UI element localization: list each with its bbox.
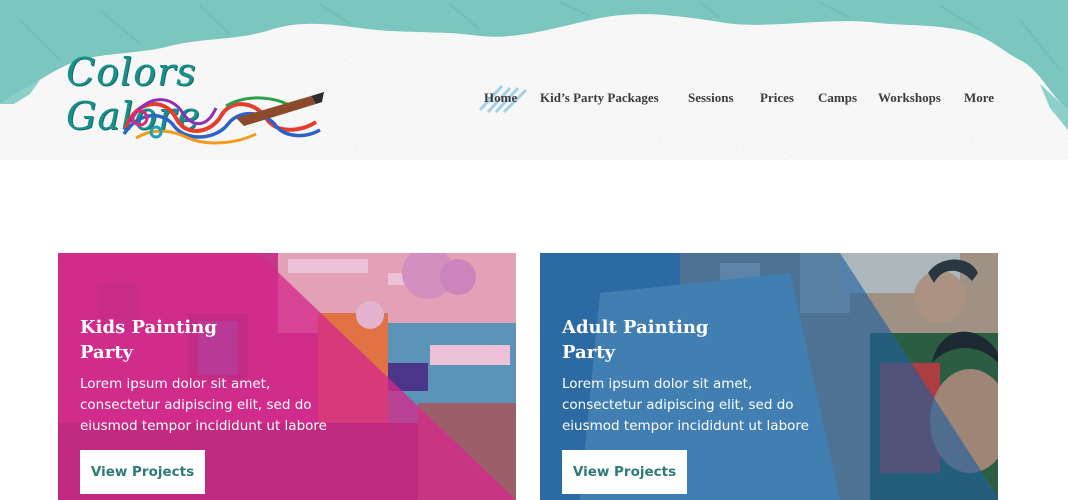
card-title: Adult Painting Party [562,315,782,365]
card-title-line: Party [562,342,615,363]
card-title: Kids Painting Party [80,315,300,365]
card-title-line: Kids Painting [80,317,217,338]
card-title-line: Adult Painting [562,317,709,338]
nav-item-camps[interactable]: Camps [818,90,857,106]
nav-item-prices[interactable]: Prices [760,90,794,106]
card-title-line: Party [80,342,133,363]
main-nav: Home Kid’s Party Packages Sessions Price… [0,90,1068,112]
nav-item-home[interactable]: Home [484,90,517,106]
kids-painting-party-card: Kids Painting Party Lorem ipsum dolor si… [58,253,516,500]
view-projects-button[interactable]: View Projects [80,450,205,494]
nav-item-kids-party-packages[interactable]: Kid’s Party Packages [540,90,659,106]
adult-painting-party-card: Adult Painting Party Lorem ipsum dolor s… [540,253,998,500]
view-projects-button[interactable]: View Projects [562,450,687,494]
nav-item-sessions[interactable]: Sessions [688,90,734,106]
nav-item-workshops[interactable]: Workshops [878,90,941,106]
card-description: Lorem ipsum dolor sit amet, consectetur … [80,376,327,434]
nav-item-more[interactable]: More [964,90,994,106]
card-description: Lorem ipsum dolor sit amet, consectetur … [562,376,809,434]
